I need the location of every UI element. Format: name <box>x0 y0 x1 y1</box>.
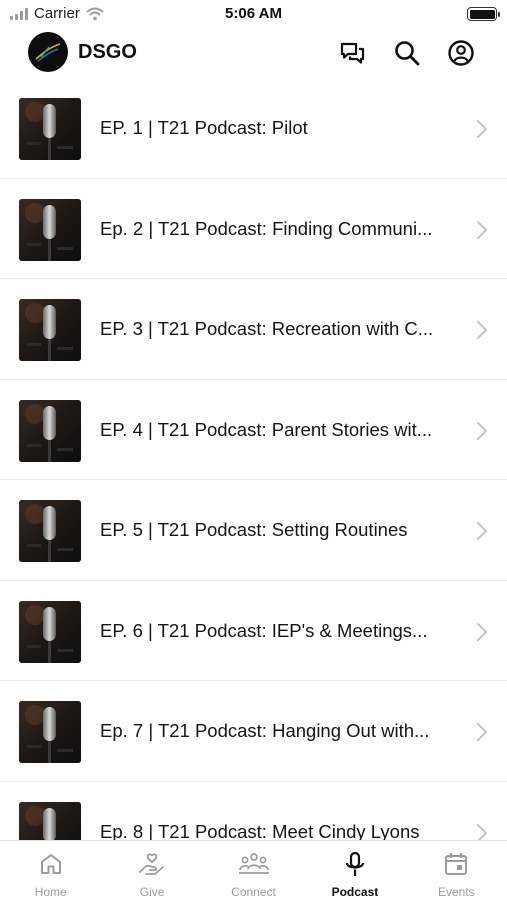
episode-title: Ep. 7 | T21 Podcast: Hanging Out with... <box>100 720 430 741</box>
tab-label-connect: Connect <box>231 885 276 899</box>
status-time: 5:06 AM <box>225 5 282 22</box>
episode-row-5[interactable]: EP. 5 | T21 Podcast: Setting Routines <box>0 480 507 581</box>
battery-icon <box>467 7 500 21</box>
tab-label-podcast: Podcast <box>331 885 379 899</box>
chevron-right-icon <box>477 321 487 339</box>
tab-give[interactable]: Give <box>101 841 202 900</box>
episode-thumbnail <box>19 600 81 663</box>
chevron-right-icon <box>477 522 487 540</box>
tab-podcast[interactable]: Podcast <box>304 841 405 900</box>
episode-row-2[interactable]: Ep. 2 | T21 Podcast: Finding Communi... <box>0 179 507 279</box>
tab-connect[interactable]: Connect <box>203 841 304 900</box>
episode-title: Ep. 2 | T21 Podcast: Finding Communi... <box>100 217 433 239</box>
episode-row-1[interactable]: EP. 1 | T21 Podcast: Pilot <box>0 78 507 179</box>
episode-row-8[interactable]: Ep. 8 | T21 Podcast: Meet Cindy Lyons <box>0 782 507 841</box>
episode-thumbnail <box>19 98 81 160</box>
episode-title: EP. 3 | T21 Podcast: Recreation with C..… <box>100 318 434 339</box>
episode-thumbnail <box>19 198 81 261</box>
episode-row-6[interactable]: EP. 6 | T21 Podcast: IEP's & Meetings... <box>0 581 507 681</box>
episode-thumbnail <box>19 801 81 840</box>
tab-home[interactable]: Home <box>0 841 101 900</box>
episode-list[interactable]: EP. 1 | T21 Podcast: Pilot Ep. 2 | T21 P… <box>0 78 507 840</box>
episode-thumbnail <box>19 399 81 462</box>
microphone-icon <box>345 851 365 876</box>
episode-thumbnail <box>19 500 81 562</box>
chevron-right-icon <box>477 220 487 239</box>
home-icon <box>40 854 61 874</box>
dsgo-logo <box>28 32 68 72</box>
episode-title: EP. 1 | T21 Podcast: Pilot <box>100 117 308 138</box>
episode-title: Ep. 8 | T21 Podcast: Meet Cindy Lyons <box>100 820 420 841</box>
tab-events[interactable]: Events <box>406 841 507 900</box>
give-icon <box>139 853 165 875</box>
tab-bar: Home Give Connect Podcast Events <box>0 840 507 900</box>
calendar-icon <box>445 853 468 875</box>
chevron-right-icon <box>477 823 487 840</box>
chevron-right-icon <box>477 622 487 641</box>
episode-row-3[interactable]: EP. 3 | T21 Podcast: Recreation with C..… <box>0 279 507 380</box>
app-header: DSGO <box>0 28 507 78</box>
tab-label-give: Give <box>139 885 165 899</box>
chevron-right-icon <box>477 421 487 440</box>
tab-label-events: Events <box>437 885 475 899</box>
tab-label-home: Home <box>34 885 67 899</box>
app-title: DSGO <box>78 41 137 63</box>
chevron-right-icon <box>477 723 487 741</box>
chevron-right-icon <box>477 120 487 138</box>
episode-thumbnail <box>19 299 81 361</box>
profile-icon[interactable] <box>446 38 476 68</box>
chat-icon[interactable] <box>337 38 367 68</box>
episode-title: EP. 6 | T21 Podcast: IEP's & Meetings... <box>100 619 428 641</box>
episode-thumbnail <box>19 701 81 763</box>
episode-row-4[interactable]: EP. 4 | T21 Podcast: Parent Stories wit.… <box>0 380 507 480</box>
episode-title: EP. 4 | T21 Podcast: Parent Stories wit.… <box>100 418 433 440</box>
episode-title: EP. 5 | T21 Podcast: Setting Routines <box>100 519 408 540</box>
episode-row-7[interactable]: Ep. 7 | T21 Podcast: Hanging Out with... <box>0 681 507 782</box>
connect-icon <box>238 853 269 874</box>
search-icon[interactable] <box>392 38 422 68</box>
status-bar: Carrier 5:06 AM <box>0 0 507 28</box>
